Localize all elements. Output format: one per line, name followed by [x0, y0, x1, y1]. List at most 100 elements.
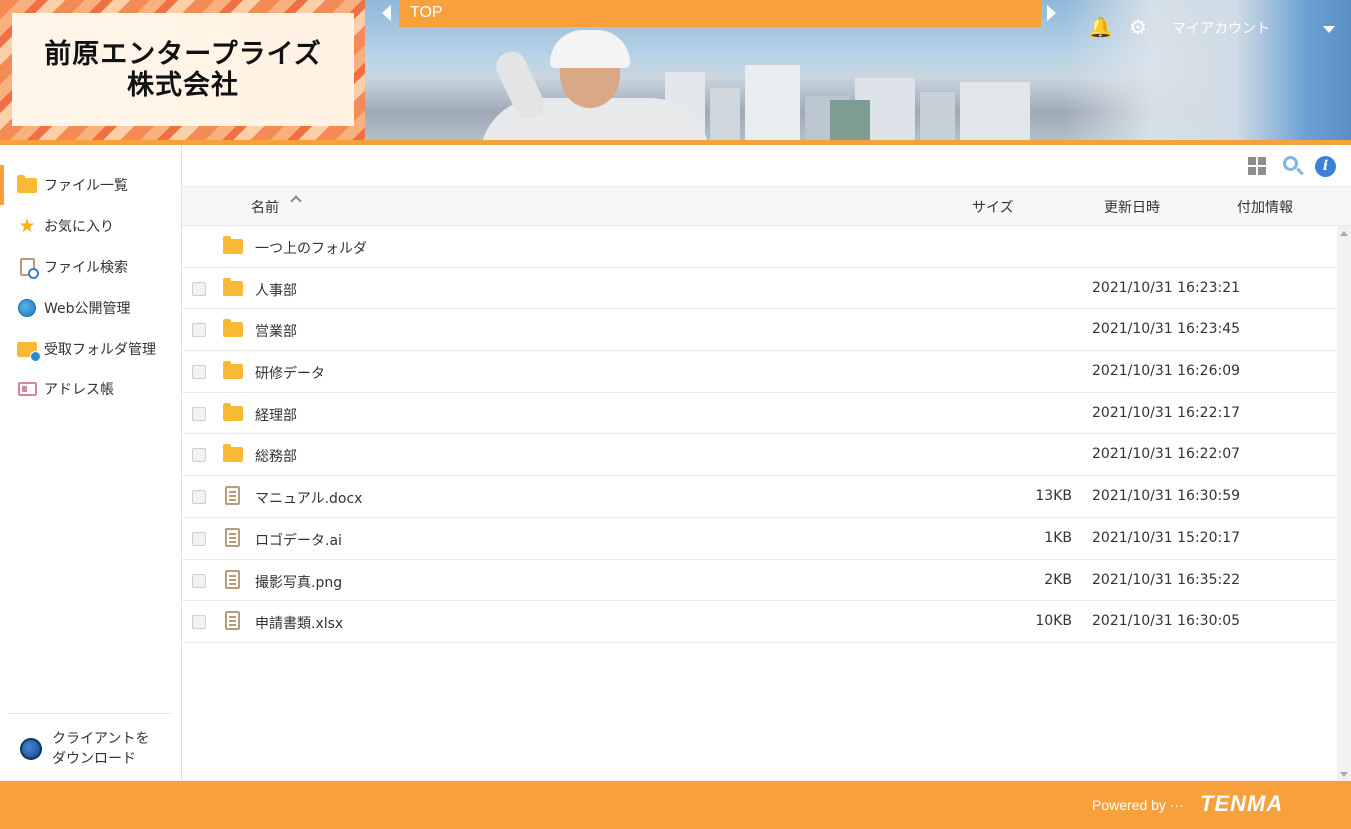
column-size[interactable]: サイズ [972, 197, 1014, 217]
file-name[interactable]: 申請書類.xlsx [255, 613, 343, 633]
folder-icon [223, 444, 243, 463]
logo-card: 前原エンタープライズ 株式会社 [12, 13, 354, 126]
nav-forward-arrow-icon[interactable] [1047, 5, 1056, 21]
row-checkbox[interactable] [192, 615, 206, 630]
sidebar-item-label: お気に入り [44, 219, 114, 235]
client-download-line1: クライアントを [52, 731, 150, 747]
modified-date: 2021/10/31 16:23:21 [1092, 279, 1241, 296]
row-checkbox[interactable] [192, 448, 206, 463]
star-icon: ★ [18, 215, 36, 237]
file-name[interactable]: 撮影写真.png [255, 572, 342, 592]
sort-ascending-icon[interactable] [290, 195, 302, 207]
modified-date: 2021/10/31 16:30:05 [1092, 613, 1241, 630]
row-checkbox[interactable] [192, 531, 206, 546]
file-name[interactable]: 研修データ [255, 363, 325, 383]
sidebar-item-receive-folder[interactable]: 受取フォルダ管理 [0, 329, 181, 369]
document-icon [225, 611, 240, 631]
gear-icon[interactable]: ⚙ [1129, 16, 1147, 38]
file-size: 13KB [1035, 488, 1072, 505]
modified-date: 2021/10/31 16:22:17 [1092, 404, 1241, 421]
table-row[interactable]: 研修データ 2021/10/31 16:26:09 [182, 351, 1336, 393]
worker-photo [450, 20, 710, 140]
address-card-icon [16, 379, 38, 399]
table-row[interactable]: マニュアル.docx 13KB 2021/10/31 16:30:59 [182, 476, 1336, 518]
table-row[interactable]: 経理部 2021/10/31 16:22:17 [182, 393, 1336, 435]
company-logo[interactable]: 前原エンタープライズ 株式会社 [0, 0, 365, 140]
row-checkbox[interactable] [192, 281, 206, 296]
row-checkbox[interactable] [192, 406, 206, 421]
file-size: 10KB [1035, 613, 1072, 630]
logo-line1: 前原エンタープライズ [44, 38, 322, 70]
bell-icon[interactable]: 🔔 [1088, 16, 1113, 38]
folder-icon [223, 277, 243, 296]
sidebar-item-label: 受取フォルダ管理 [44, 342, 156, 358]
table-row[interactable]: 人事部 2021/10/31 16:23:21 [182, 268, 1336, 310]
sidebar-item-file-list[interactable]: ファイル一覧 [0, 165, 181, 205]
sidebar-item-label: Web公開管理 [44, 301, 131, 317]
file-toolbar: i [182, 145, 1351, 187]
row-checkbox[interactable] [192, 490, 206, 505]
folder-icon [223, 402, 243, 421]
sidebar-item-favorites[interactable]: ★ お気に入り [0, 206, 181, 246]
info-icon[interactable]: i [1315, 156, 1336, 177]
sidebar-divider [9, 713, 171, 714]
column-date[interactable]: 更新日時 [1104, 197, 1160, 217]
footer: Powered by ··· TENMA [0, 781, 1351, 829]
chevron-down-icon[interactable] [1323, 26, 1335, 33]
row-checkbox[interactable] [192, 573, 206, 588]
sidebar-item-label: ファイル検索 [44, 260, 128, 276]
sidebar: ファイル一覧 ★ お気に入り ファイル検索 Web公開管理 受取フォルダ管理 ア… [0, 145, 182, 781]
table-row[interactable]: 営業部 2021/10/31 16:23:45 [182, 309, 1336, 352]
file-name[interactable]: 総務部 [255, 446, 297, 466]
folder-globe-icon [16, 339, 41, 362]
modified-date: 2021/10/31 16:30:59 [1092, 488, 1241, 505]
header: 前原エンタープライズ 株式会社 TOP 🔔 ⚙ マイアカウント [0, 0, 1351, 140]
breadcrumb-top[interactable]: TOP [399, 0, 1041, 27]
search-icon[interactable] [1282, 155, 1304, 177]
modified-date: 2021/10/31 16:35:22 [1092, 571, 1241, 588]
document-icon [225, 486, 240, 506]
parent-folder-row[interactable]: 一つ上のフォルダ [182, 226, 1336, 268]
file-name[interactable]: 営業部 [255, 321, 297, 341]
file-size: 1KB [1044, 529, 1072, 546]
table-row[interactable]: 申請書類.xlsx 10KB 2021/10/31 16:30:05 [182, 601, 1336, 643]
file-search-icon [16, 257, 39, 279]
table-row[interactable]: ロゴデータ.ai 1KB 2021/10/31 15:20:17 [182, 518, 1336, 560]
folder-icon [223, 361, 243, 380]
folder-icon [223, 319, 243, 338]
file-name[interactable]: 人事部 [255, 280, 297, 300]
client-download-label: クライアントを ダウンロード [52, 729, 149, 769]
file-name[interactable]: マニュアル.docx [255, 488, 362, 508]
nav-back-arrow-icon[interactable] [382, 5, 391, 21]
folder-icon [223, 236, 243, 254]
row-checkbox[interactable] [192, 365, 206, 380]
column-name[interactable]: 名前 [251, 197, 279, 217]
client-download-line2: ダウンロード [52, 751, 136, 767]
scroll-down-icon[interactable] [1340, 772, 1348, 777]
file-name[interactable]: ロゴデータ.ai [255, 530, 342, 550]
client-download-link[interactable]: クライアントを ダウンロード [20, 727, 175, 771]
my-account-menu[interactable]: マイアカウント [1172, 18, 1270, 38]
modified-date: 2021/10/31 16:23:45 [1092, 321, 1241, 338]
table-row[interactable]: 撮影写真.png 2KB 2021/10/31 16:35:22 [182, 560, 1336, 602]
parent-folder-label: 一つ上のフォルダ [255, 241, 367, 257]
sidebar-item-label: ファイル一覧 [44, 178, 128, 194]
grid-view-icon[interactable] [1248, 157, 1266, 175]
sidebar-item-address-book[interactable]: アドレス帳 [0, 369, 181, 409]
sidebar-item-web-publish[interactable]: Web公開管理 [0, 288, 181, 328]
document-icon [225, 569, 240, 589]
row-checkbox[interactable] [192, 323, 206, 338]
document-icon [225, 527, 240, 547]
globe-icon [16, 298, 38, 318]
sidebar-item-label: アドレス帳 [44, 382, 114, 398]
folder-icon [16, 174, 38, 195]
file-name[interactable]: 経理部 [255, 405, 297, 425]
modified-date: 2021/10/31 16:22:07 [1092, 446, 1241, 463]
tenma-logo: TENMA [1200, 791, 1284, 816]
column-extra-info[interactable]: 付加情報 [1237, 197, 1293, 217]
sidebar-item-file-search[interactable]: ファイル検索 [0, 247, 181, 287]
vertical-scrollbar[interactable] [1337, 226, 1351, 781]
table-row[interactable]: 総務部 2021/10/31 16:22:07 [182, 434, 1336, 477]
scroll-up-icon[interactable] [1340, 231, 1348, 236]
powered-by-label: Powered by ··· [1092, 797, 1184, 813]
